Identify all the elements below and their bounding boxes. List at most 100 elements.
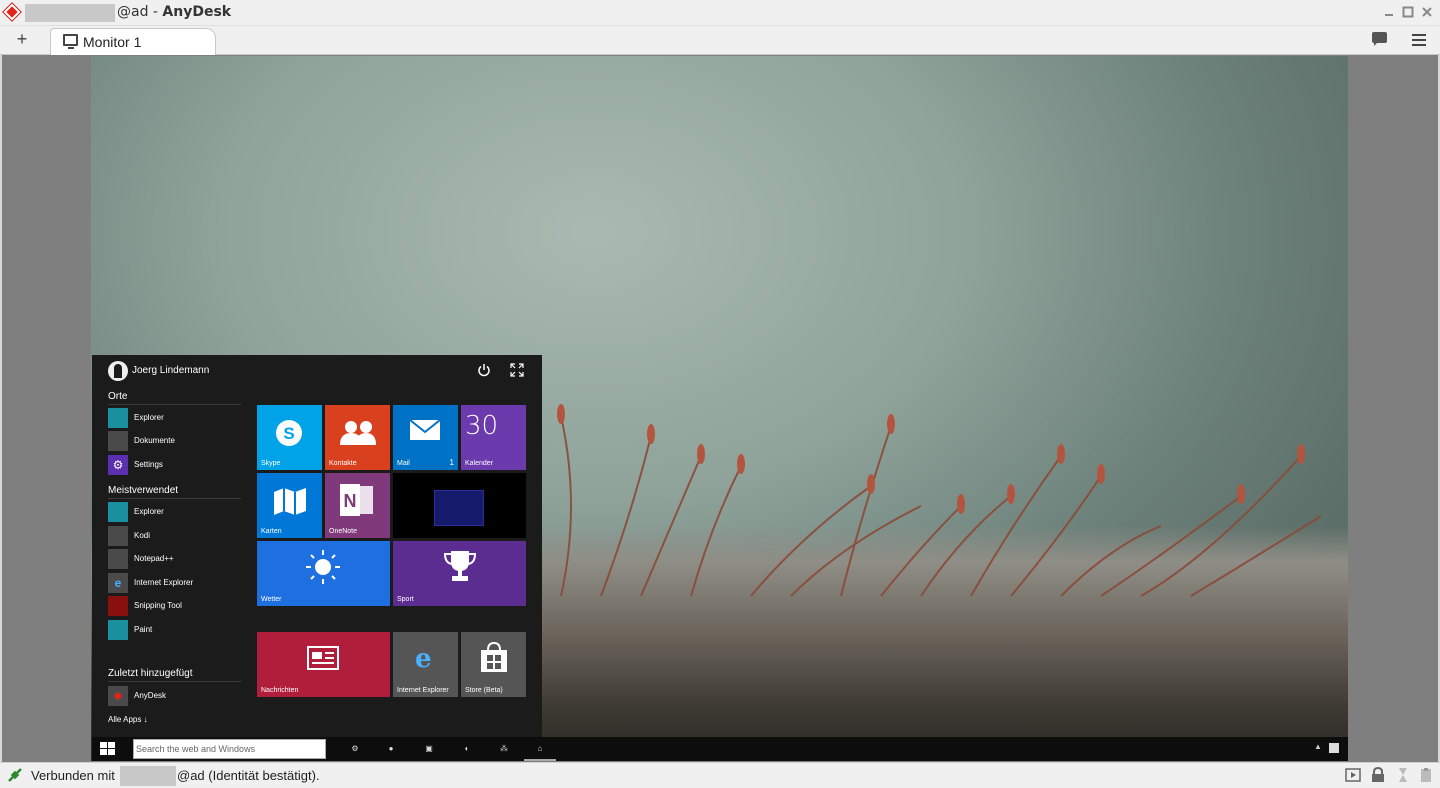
desktop-thumbnail (434, 490, 484, 526)
list-item-explorer[interactable]: Explorer (108, 502, 238, 522)
tile-nachrichten[interactable]: Nachrichten (257, 632, 390, 697)
paint-icon (108, 620, 128, 640)
gear-icon: ⚙ (108, 455, 128, 475)
people-icon (340, 421, 376, 445)
sun-icon (306, 550, 340, 584)
monitor-icon (63, 34, 78, 49)
tile-label: OneNote (329, 528, 358, 535)
tray-expand-icon[interactable]: ▲ (1314, 742, 1322, 751)
divider (108, 681, 241, 682)
section-places: Orte (108, 391, 128, 402)
wallpaper-moss-illustration (557, 404, 1322, 597)
tile-internet-explorer[interactable]: e Internet Explorer (393, 632, 458, 697)
title-separator: - (148, 4, 163, 20)
trophy-icon (443, 551, 477, 581)
folder-icon (108, 502, 128, 522)
divider (108, 498, 241, 499)
settings-taskbar-icon[interactable]: ⚙ (348, 742, 362, 756)
home-taskbar-icon[interactable]: ⌂ (533, 742, 547, 756)
tile-label: Store (Beta) (465, 687, 503, 694)
maximize-button[interactable] (1400, 4, 1416, 20)
kodi-icon (108, 526, 128, 546)
list-item-label: Dokumente (134, 436, 175, 445)
minimize-icon (1385, 14, 1393, 16)
tile-karten[interactable]: Karten (257, 473, 322, 538)
ie-icon: e (415, 644, 432, 674)
skype-icon: S (276, 420, 302, 446)
menu-icon[interactable] (1409, 30, 1429, 50)
tile-label: Karten (261, 528, 282, 535)
section-most-used: Meistverwendet (108, 485, 179, 496)
anydesk-logo-icon (3, 3, 21, 21)
status-prefix: Verbunden mit (31, 768, 115, 783)
power-icon[interactable] (477, 363, 491, 377)
status-bar: Verbunden mit @ad (Identität bestätigt). (0, 762, 1440, 788)
section-recent: Zuletzt hinzugefügt (108, 668, 193, 679)
mail-badge: 1 (449, 458, 454, 467)
tile-label: Nachrichten (261, 687, 299, 694)
expand-icon[interactable] (510, 363, 524, 377)
list-item-anydesk[interactable]: AnyDesk (108, 686, 238, 706)
notification-icon[interactable] (1329, 743, 1339, 753)
tab-label: Monitor 1 (83, 34, 142, 50)
tile-label: Mail (397, 460, 410, 467)
tile-mail[interactable]: Mail 1 (393, 405, 458, 470)
tile-skype[interactable]: S Skype (257, 405, 322, 470)
tile-kontakte[interactable]: Kontakte (325, 405, 390, 470)
redacted-address (120, 766, 176, 786)
tile-store[interactable]: Store (Beta) (461, 632, 526, 697)
recording-icon[interactable] (1345, 767, 1361, 783)
lock-icon[interactable] (1370, 767, 1386, 783)
list-item-internet-explorer[interactable]: e Internet Explorer (108, 573, 238, 593)
close-button[interactable] (1419, 4, 1435, 20)
tile-label: Internet Explorer (397, 687, 449, 694)
minimize-button[interactable] (1381, 4, 1397, 20)
list-item-label: Internet Explorer (134, 578, 194, 587)
user-avatar[interactable] (108, 361, 128, 381)
status-suffix: @ad (Identität bestätigt). (177, 768, 320, 783)
tile-kalender[interactable]: 30 Kalender (461, 405, 526, 470)
network-taskbar-icon[interactable]: ⁂ (497, 742, 511, 756)
all-apps-link[interactable]: Alle Apps ↓ (108, 715, 148, 724)
mail-icon (409, 419, 441, 440)
title-app-name: AnyDesk (162, 4, 232, 20)
connected-plug-icon (8, 768, 22, 782)
list-item-notepad[interactable]: Notepad++ (108, 549, 238, 569)
chat-icon[interactable] (1370, 30, 1390, 50)
list-item-kodi[interactable]: Kodi (108, 526, 238, 546)
tile-onenote[interactable]: N OneNote (325, 473, 390, 538)
list-item-dokumente[interactable]: Dokumente (108, 431, 238, 451)
list-item-explorer[interactable]: Explorer (108, 408, 238, 428)
list-item-label: Kodi (134, 531, 151, 540)
globe-taskbar-icon[interactable]: ◐ (460, 742, 474, 756)
user-name[interactable]: Joerg Lindemann (132, 365, 209, 376)
maximize-icon (1402, 6, 1414, 18)
clipboard-icon[interactable] (1418, 767, 1434, 783)
list-item-settings[interactable]: ⚙ Settings (108, 455, 238, 475)
tile-label: Skype (261, 460, 281, 467)
anydesk-app-icon (108, 686, 128, 706)
tile-desktop-preview[interactable] (393, 473, 526, 538)
list-item-paint[interactable]: Paint (108, 620, 238, 640)
folder-icon (108, 408, 128, 428)
search-input[interactable]: Search the web and Windows (133, 739, 326, 759)
app-taskbar-icon[interactable]: ● (384, 742, 398, 756)
title-bar: @ad - AnyDesk (0, 0, 1440, 26)
redacted-address (25, 4, 115, 22)
tile-label: Kontakte (329, 460, 357, 467)
list-item-snipping-tool[interactable]: Snipping Tool (108, 596, 238, 616)
close-icon (1422, 7, 1432, 17)
start-menu: Joerg Lindemann Orte Explorer Dokumente … (92, 355, 542, 738)
window-title: @ad - AnyDesk (117, 4, 231, 20)
tile-wetter[interactable]: Wetter (257, 541, 390, 606)
list-item-label: Explorer (134, 413, 164, 422)
divider (108, 404, 241, 405)
tile-sport[interactable]: Sport (393, 541, 526, 606)
map-icon (274, 488, 306, 515)
add-tab-button[interactable]: + (12, 28, 32, 50)
windows-start-button[interactable] (100, 742, 116, 756)
tile-label: Wetter (261, 596, 282, 603)
tab-monitor-1[interactable]: Monitor 1 (50, 28, 216, 56)
calculator-taskbar-icon[interactable]: ▣ (422, 742, 436, 756)
tile-label: Sport (397, 596, 414, 603)
